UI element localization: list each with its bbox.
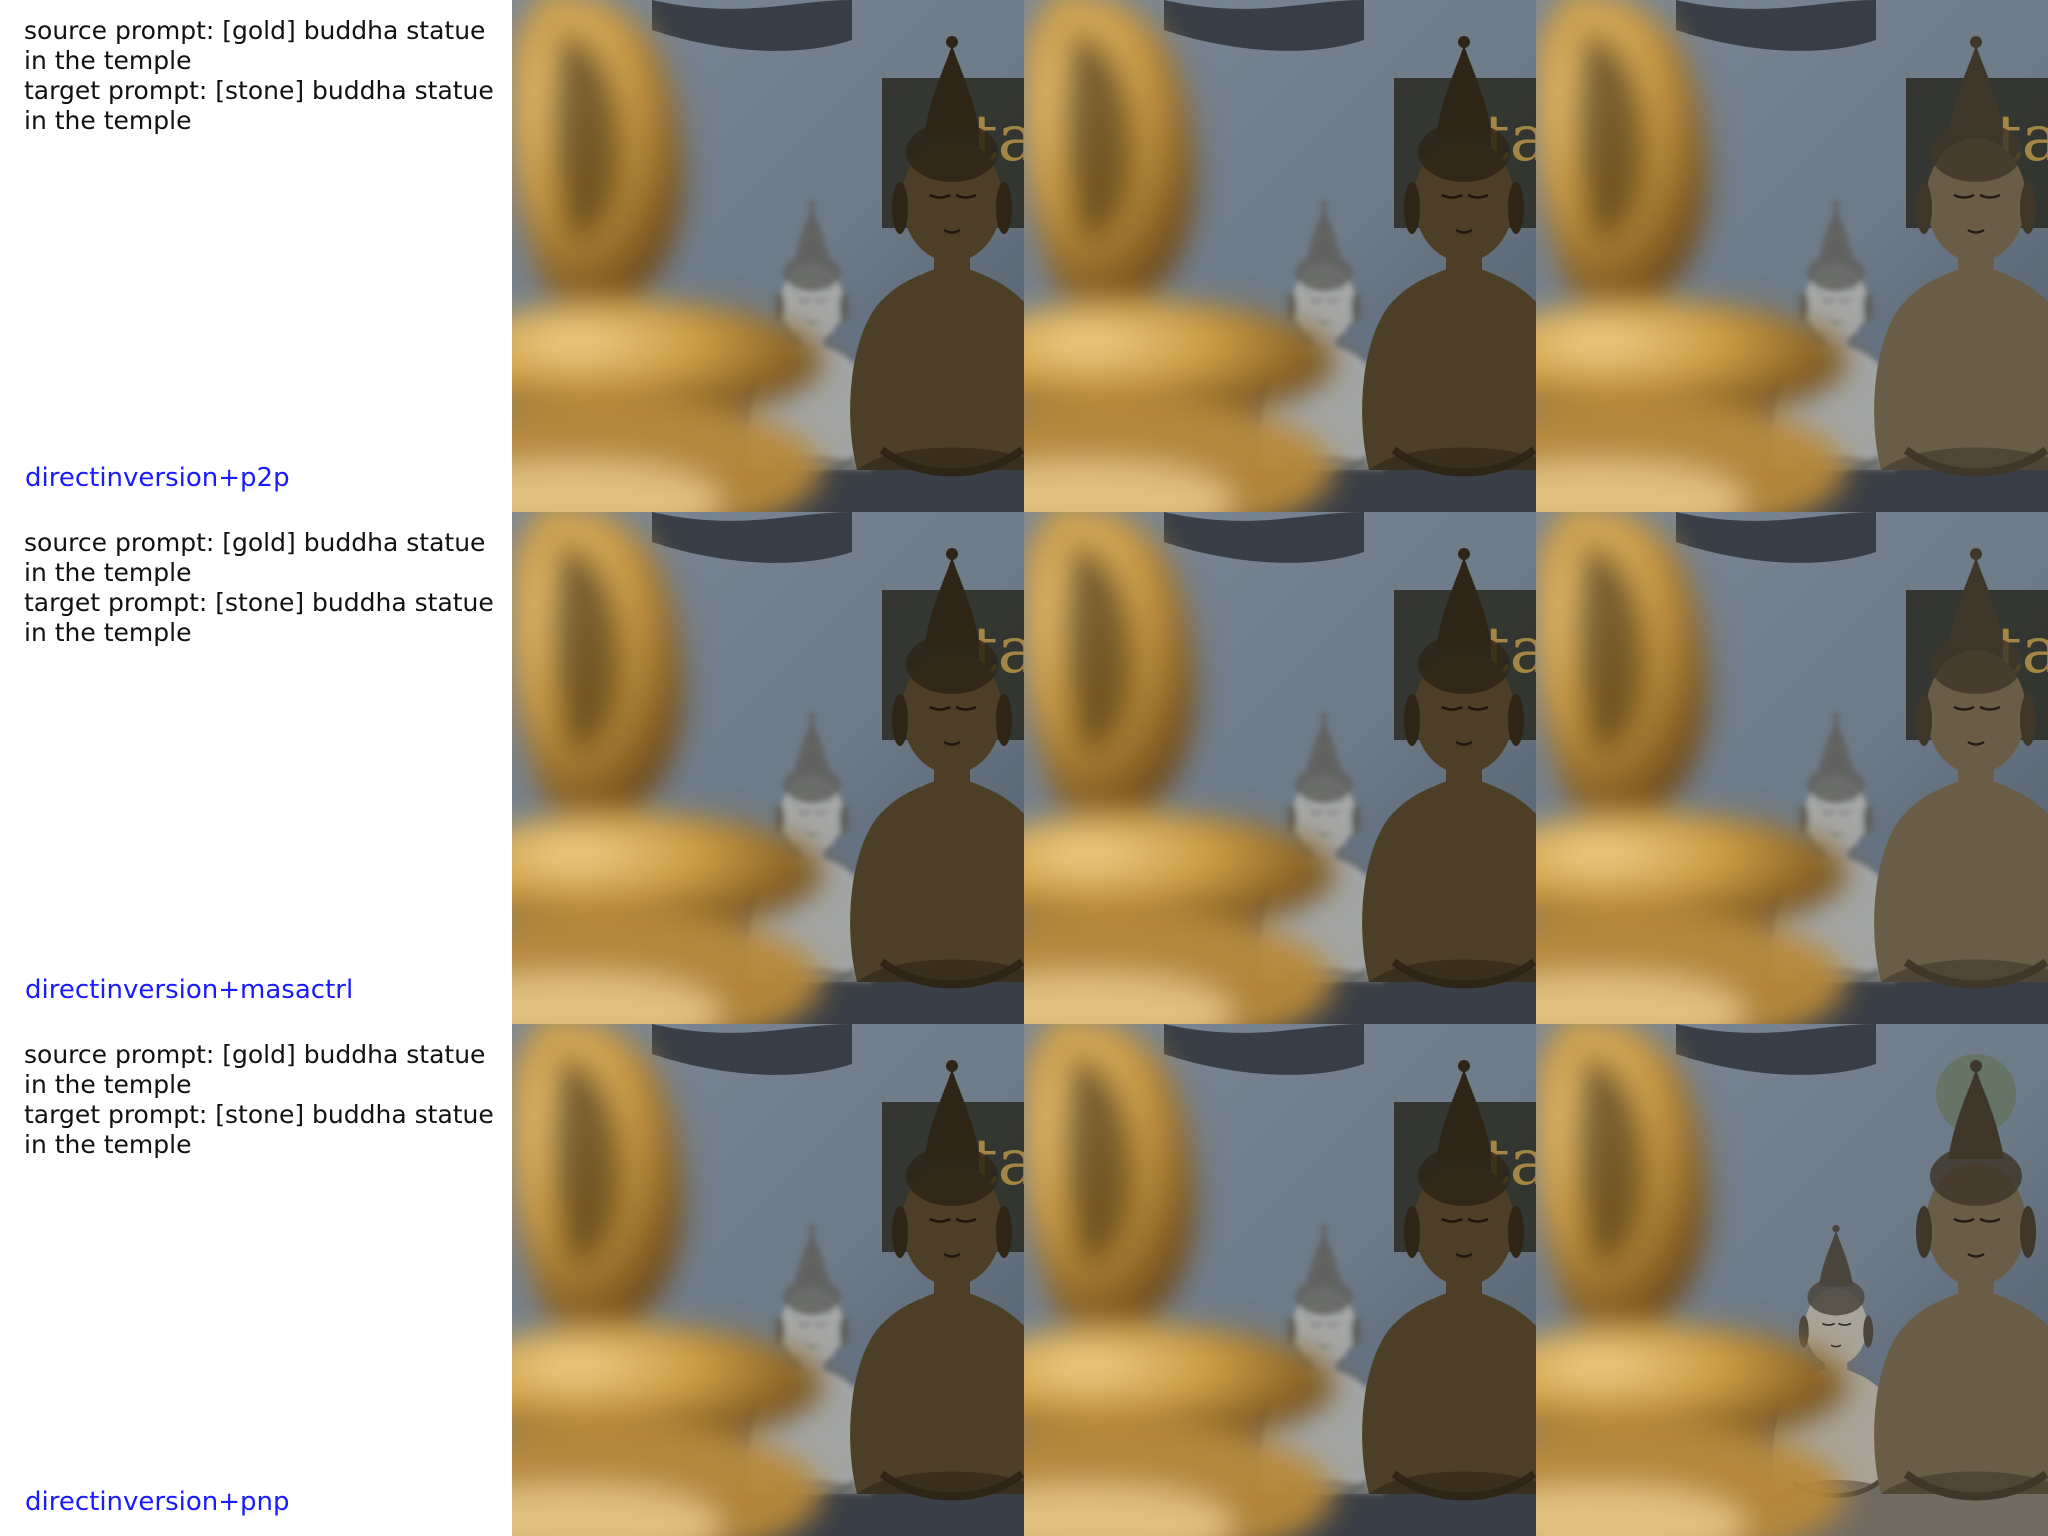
- edited-image: ta: [1024, 512, 1536, 1024]
- method-label: directinversion+pnp: [25, 1487, 290, 1517]
- prompt-block: source prompt: [gold] buddha statue in t…: [24, 16, 504, 136]
- source-prompt: source prompt: [gold] buddha statue in t…: [24, 16, 486, 75]
- prompt-block: source prompt: [gold] buddha statue in t…: [24, 528, 504, 648]
- source-prompt: source prompt: [gold] buddha statue in t…: [24, 1040, 486, 1099]
- target-prompt: target prompt: [stone] buddha statue in …: [24, 1100, 494, 1159]
- edited-image: ta: [1024, 1024, 1536, 1536]
- target-image: BRBCHHS: [1536, 1024, 2048, 1536]
- source-image: ta: [512, 0, 1024, 512]
- source-image: ta: [512, 1024, 1024, 1536]
- target-prompt: target prompt: [stone] buddha statue in …: [24, 76, 494, 135]
- comparison-grid: source prompt: [gold] buddha statue in t…: [0, 0, 2048, 1536]
- row-label-cell: source prompt: [gold] buddha statue in t…: [0, 512, 512, 1024]
- result-row: source prompt: [gold] buddha statue in t…: [0, 0, 2048, 512]
- edited-image: ta: [1024, 0, 1536, 512]
- method-label: directinversion+masactrl: [25, 975, 354, 1005]
- target-prompt: target prompt: [stone] buddha statue in …: [24, 588, 494, 647]
- row-label-cell: source prompt: [gold] buddha statue in t…: [0, 0, 512, 512]
- source-prompt: source prompt: [gold] buddha statue in t…: [24, 528, 486, 587]
- source-image: ta: [512, 512, 1024, 1024]
- result-row: source prompt: [gold] buddha statue in t…: [0, 1024, 2048, 1536]
- result-row: source prompt: [gold] buddha statue in t…: [0, 512, 2048, 1024]
- target-image: ta: [1536, 512, 2048, 1024]
- row-label-cell: source prompt: [gold] buddha statue in t…: [0, 1024, 512, 1536]
- target-image: ta: [1536, 0, 2048, 512]
- method-label: directinversion+p2p: [25, 463, 290, 493]
- prompt-block: source prompt: [gold] buddha statue in t…: [24, 1040, 504, 1160]
